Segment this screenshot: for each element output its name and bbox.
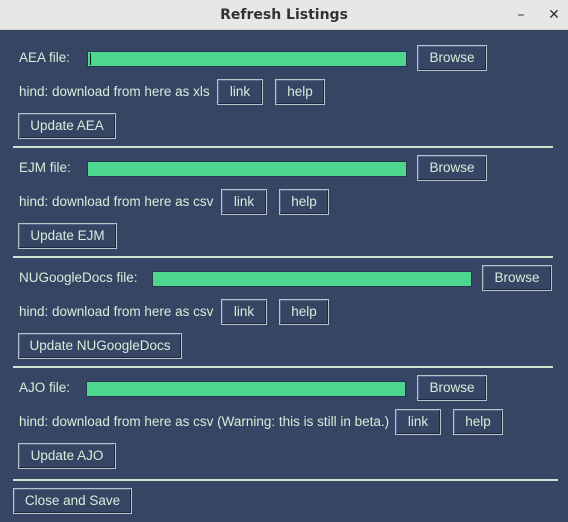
nugoogledocs-file-label: NUGoogleDocs file:	[19, 270, 138, 285]
ajo-hint-label: hind: download from here as csv (Warning…	[19, 414, 390, 429]
update-aea-button[interactable]: Update AEA	[18, 113, 116, 139]
ajo-help-button[interactable]: help	[453, 409, 503, 435]
aea-file-input[interactable]	[87, 51, 407, 67]
ajo-link-button[interactable]: link	[395, 409, 441, 435]
nugoogledocs-file-input[interactable]	[152, 271, 472, 287]
aea-hint-label: hind: download from here as xls	[19, 84, 210, 99]
aea-browse-button[interactable]: Browse	[417, 45, 487, 71]
minimize-button[interactable]: –	[510, 5, 532, 25]
ejm-hint-label: hind: download from here as csv	[19, 194, 214, 209]
close-icon: ✕	[548, 7, 560, 23]
aea-file-label: AEA file:	[19, 50, 71, 65]
section-divider	[13, 256, 553, 258]
ejm-link-button[interactable]: link	[221, 189, 267, 215]
ajo-file-label: AJO file:	[19, 380, 71, 395]
update-ejm-button[interactable]: Update EJM	[18, 223, 117, 249]
window-title: Refresh Listings	[220, 7, 348, 23]
dialog-body: AEA file: Browse hind: download from her…	[0, 30, 568, 522]
text-cursor	[90, 53, 91, 65]
refresh-listings-window: Refresh Listings – ✕ AEA file: Browse hi…	[0, 0, 568, 522]
update-ajo-button[interactable]: Update AJO	[18, 443, 116, 469]
update-nugoogledocs-button[interactable]: Update NUGoogleDocs	[18, 333, 182, 359]
section-divider	[13, 146, 553, 148]
ejm-browse-button[interactable]: Browse	[417, 155, 487, 181]
nugoogledocs-browse-button[interactable]: Browse	[482, 265, 552, 291]
close-window-button[interactable]: ✕	[543, 5, 565, 25]
ejm-file-input[interactable]	[87, 161, 407, 177]
title-bar[interactable]: Refresh Listings – ✕	[0, 0, 568, 30]
nugoogledocs-link-button[interactable]: link	[221, 299, 267, 325]
ajo-browse-button[interactable]: Browse	[417, 375, 487, 401]
ejm-help-button[interactable]: help	[279, 189, 329, 215]
close-and-save-button[interactable]: Close and Save	[13, 488, 132, 514]
nugoogledocs-hint-label: hind: download from here as csv	[19, 304, 214, 319]
minimize-icon: –	[517, 7, 525, 23]
aea-help-button[interactable]: help	[275, 79, 325, 105]
ajo-file-input[interactable]	[86, 381, 406, 397]
nugoogledocs-help-button[interactable]: help	[279, 299, 329, 325]
aea-link-button[interactable]: link	[217, 79, 263, 105]
section-divider	[13, 366, 553, 368]
ejm-file-label: EJM file:	[19, 160, 71, 175]
section-divider	[13, 479, 558, 481]
